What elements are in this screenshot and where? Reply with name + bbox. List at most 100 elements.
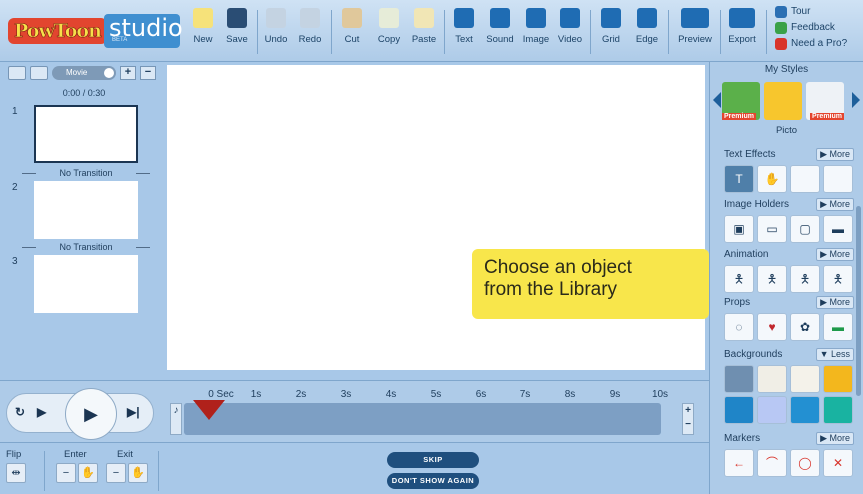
slide-thumbnail-2[interactable]	[34, 181, 138, 239]
money-icon[interactable]: ▬	[823, 313, 853, 341]
timeline-track[interactable]	[184, 403, 661, 435]
enter-none-button[interactable]: −	[56, 463, 76, 483]
background-tile[interactable]	[757, 365, 787, 393]
playhead[interactable]	[193, 400, 225, 420]
arrow-right-icon[interactable]	[852, 92, 860, 108]
more-button[interactable]: ▶ More	[816, 295, 854, 309]
toolbar-separator	[668, 10, 669, 54]
transition-label[interactable]: No Transition	[22, 168, 150, 178]
monitor-icon[interactable]: ▭	[757, 215, 787, 243]
step-forward-icon[interactable]: ▶|	[127, 405, 140, 419]
timeline-left-controls[interactable]: ♪	[170, 403, 182, 435]
ruler-tick: 3s	[340, 389, 352, 400]
flip-button[interactable]: ⇹	[6, 463, 26, 483]
slide-thumbnail-1[interactable]	[34, 105, 138, 163]
line-marker-icon[interactable]: ⌒	[757, 449, 787, 477]
new-button[interactable]: New	[188, 8, 218, 56]
style-thumb-premium-1[interactable]: Premium	[722, 82, 760, 120]
text-effect-tile[interactable]	[823, 165, 853, 193]
play-icon: ▶	[84, 404, 98, 424]
laptop-icon[interactable]: ▬	[823, 215, 853, 243]
dont-show-again-button[interactable]: DON'T SHOW AGAIN	[387, 473, 479, 489]
lightbulb-icon[interactable]: ◌	[724, 313, 754, 341]
x-marker-icon[interactable]: ✕	[823, 449, 853, 477]
slides-copy-icon[interactable]	[30, 66, 48, 80]
style-thumb-premium-2[interactable]: Premium	[806, 82, 844, 120]
more-button[interactable]: ▶ More	[816, 431, 854, 445]
cut-button[interactable]: Cut	[337, 8, 367, 56]
text-effect-tile[interactable]: T	[724, 165, 754, 193]
redo-button[interactable]: Redo	[295, 8, 325, 56]
hand-icon: ✋	[81, 467, 95, 479]
category-title: Image Holders	[724, 198, 790, 210]
tv-icon[interactable]: ▢	[790, 215, 820, 243]
heart-icon[interactable]: ♥	[757, 313, 787, 341]
zoom-out-button[interactable]: −	[683, 418, 693, 432]
more-button[interactable]: ▶ More	[816, 247, 854, 261]
background-tile[interactable]	[823, 396, 853, 424]
ruler-tick: 2s	[295, 389, 307, 400]
toolbar-separator	[720, 10, 721, 54]
export-button[interactable]: Export	[724, 8, 760, 56]
arrow-marker-icon[interactable]: ←	[724, 449, 754, 477]
more-button[interactable]: ▶ More	[816, 147, 854, 161]
arrow-left-icon[interactable]	[713, 92, 721, 108]
step-back-icon[interactable]: ▶	[37, 405, 46, 419]
category-text-effects: Text Effects ▶ More T ✋	[724, 146, 854, 193]
redo-label: Redo	[298, 34, 322, 45]
figure-icon[interactable]: 🯅	[757, 265, 787, 293]
flower-icon[interactable]: ✿	[790, 313, 820, 341]
timeline: ↻ ▶ ▶ ▶| 0 Sec 1s 2s 3s 4s 5s 6s 7s 8s 9…	[0, 380, 709, 442]
less-button[interactable]: ▼ Less	[815, 347, 854, 361]
style-thumb-picto[interactable]	[764, 82, 802, 120]
text-button[interactable]: Text	[449, 8, 479, 56]
figure-icon[interactable]: 🯅	[823, 265, 853, 293]
edge-button[interactable]: Edge	[632, 8, 662, 56]
toolbar-separator	[257, 10, 258, 54]
canvas[interactable]	[167, 65, 705, 370]
movie-toggle[interactable]: Movie	[52, 66, 116, 80]
feedback-link[interactable]: Feedback	[775, 20, 863, 36]
library-panel: My Styles Premium Premium Picto Text Eff…	[709, 62, 863, 494]
slide-thumbnail-3[interactable]	[34, 255, 138, 313]
video-button[interactable]: Video	[555, 8, 585, 56]
image-button[interactable]: Image	[519, 8, 553, 56]
preview-button[interactable]: Preview	[674, 8, 716, 56]
transition-label[interactable]: No Transition	[22, 242, 150, 252]
undo-button[interactable]: Undo	[261, 8, 291, 56]
copy-button[interactable]: Copy	[374, 8, 404, 56]
library-scrollbar[interactable]	[856, 206, 861, 396]
sound-button[interactable]: Sound	[483, 8, 517, 56]
category-backgrounds: Backgrounds ▼ Less	[724, 346, 854, 424]
grid-button[interactable]: Grid	[596, 8, 626, 56]
skip-button[interactable]: SKIP	[387, 452, 479, 468]
remove-slide-button[interactable]: −	[140, 66, 156, 80]
feedback-label: Feedback	[791, 22, 835, 33]
background-tile[interactable]	[724, 365, 754, 393]
exit-none-button[interactable]: −	[106, 463, 126, 483]
tour-link[interactable]: Tour	[775, 4, 863, 20]
photo-frame-icon[interactable]: ▣	[724, 215, 754, 243]
exit-hand-button[interactable]: ✋	[128, 463, 148, 483]
background-tile[interactable]	[790, 396, 820, 424]
enter-hand-button[interactable]: ✋	[78, 463, 98, 483]
play-button[interactable]: ▶	[65, 388, 117, 440]
background-tile[interactable]	[724, 396, 754, 424]
timeline-zoom-controls: + −	[682, 403, 694, 435]
figure-icon[interactable]: 🯅	[724, 265, 754, 293]
background-tile[interactable]	[823, 365, 853, 393]
circle-marker-icon[interactable]: ◯	[790, 449, 820, 477]
add-slide-button[interactable]: +	[120, 66, 136, 80]
background-tile[interactable]	[757, 396, 787, 424]
save-button[interactable]: Save	[222, 8, 252, 56]
text-effect-tile[interactable]	[790, 165, 820, 193]
more-button[interactable]: ▶ More	[816, 197, 854, 211]
hand-icon[interactable]: ✋	[757, 165, 787, 193]
slides-view-icon[interactable]	[8, 66, 26, 80]
replay-icon[interactable]: ↻	[15, 405, 25, 419]
need-pro-link[interactable]: Need a Pro?	[775, 36, 863, 52]
background-tile[interactable]	[790, 365, 820, 393]
zoom-in-button[interactable]: +	[683, 404, 693, 418]
paste-button[interactable]: Paste	[409, 8, 439, 56]
figure-icon[interactable]: 🯅	[790, 265, 820, 293]
